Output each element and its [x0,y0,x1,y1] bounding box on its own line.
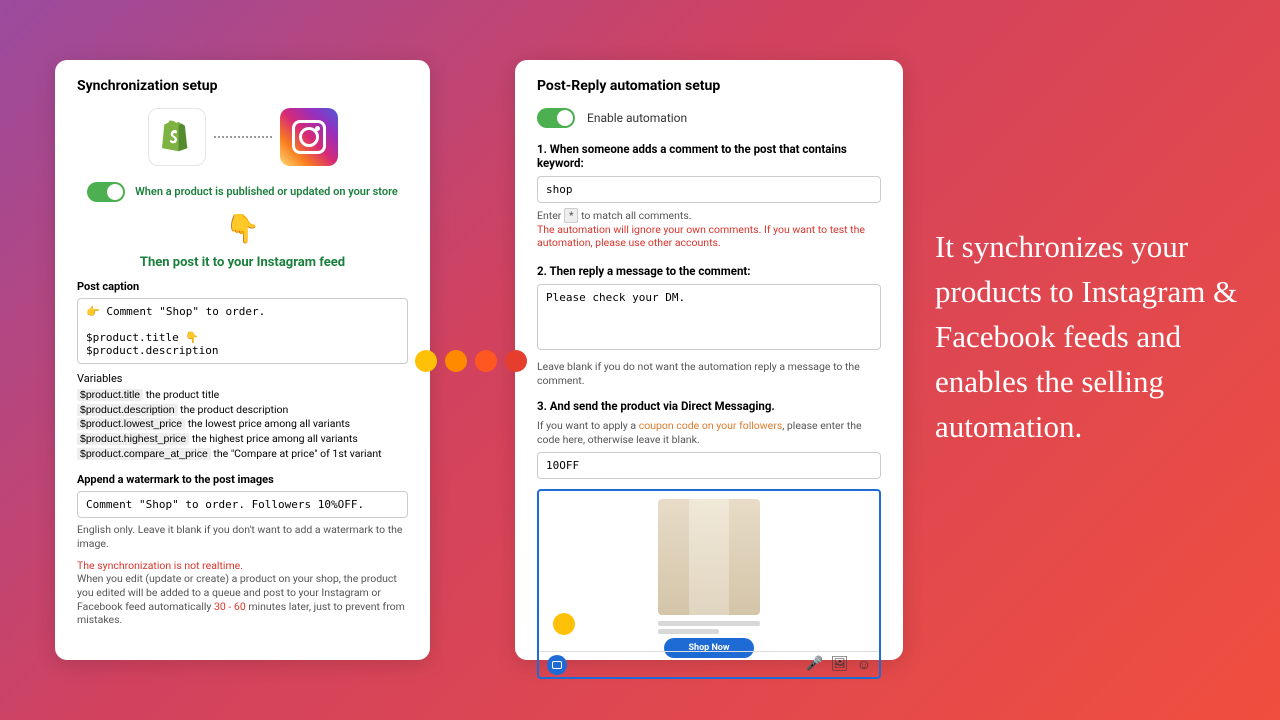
dm-action-icons: 🎤 🖼 ☺ [805,656,871,673]
instagram-icon [292,120,326,154]
dm-product-image [658,499,760,615]
flow-dot-icon [475,350,497,372]
var-line: $product.description the product descrip… [77,403,408,418]
step2-title: 2. Then reply a message to the comment: [537,264,881,278]
sync-arrow [214,136,272,138]
watermark-input[interactable] [77,491,408,518]
shopify-logo [148,108,206,166]
sync-setup-card: Synchronization setup When a product is … [55,60,430,660]
sticker-icon[interactable]: ☺ [857,656,871,673]
flow-dots [415,350,527,372]
marketing-headline: It synchronizes your products to Instagr… [935,225,1255,450]
publish-toggle[interactable] [87,182,125,202]
reply-help: Leave blank if you do not want the autom… [537,360,881,387]
dm-text-lines [658,621,760,634]
reply-setup-card: Post-Reply automation setup Enable autom… [515,60,903,660]
variables-title: Variables [77,372,408,385]
var-line: $product.compare_at_price the "Compare a… [77,447,408,462]
flow-dot-icon [505,350,527,372]
enable-toggle[interactable] [537,108,575,128]
realtime-note: The synchronization is not realtime. Whe… [77,559,408,627]
flow-dot-icon [415,350,437,372]
dm-toolbar: 🎤 🖼 ☺ [539,651,879,677]
shopify-icon [158,118,196,156]
step3-title: 3. And send the product via Direct Messa… [537,399,881,413]
caption-textarea[interactable]: 👉 Comment "Shop" to order. $product.titl… [77,298,408,364]
publish-toggle-row: When a product is published or updated o… [77,182,408,202]
keyword-input[interactable] [537,176,881,203]
instagram-logo [280,108,338,166]
flow-dot-icon [445,350,467,372]
logo-sync-row [77,108,408,166]
coupon-input[interactable] [537,452,881,479]
reply-textarea[interactable]: Please check your DM. [537,284,881,350]
camera-icon[interactable] [547,655,567,675]
match-help: Enter * to match all comments. The autom… [537,209,881,250]
publish-toggle-label: When a product is published or updated o… [135,185,398,199]
post-action-label: Then post it to your Instagram feed [77,255,408,270]
var-line: $product.lowest_price the lowest price a… [77,417,408,432]
enable-row: Enable automation [537,108,881,128]
var-line: $product.title the product title [77,388,408,403]
reply-title: Post-Reply automation setup [537,78,881,94]
var-line: $product.highest_price the highest price… [77,432,408,447]
highlight-dot [553,613,575,635]
step1-title: 1. When someone adds a comment to the po… [537,142,881,170]
coupon-help: If you want to apply a coupon code on yo… [537,419,881,446]
watermark-label: Append a watermark to the post images [77,473,408,486]
variables-section: Variables $product.title the product tit… [77,372,408,461]
enable-label: Enable automation [587,111,687,125]
hand-down-icon: 👇 [77,212,408,245]
mic-icon[interactable]: 🎤 [805,656,822,673]
sync-title: Synchronization setup [77,78,408,94]
caption-label: Post caption [77,280,408,293]
dm-preview: Shop Now 🎤 🖼 ☺ [537,489,881,679]
watermark-help: English only. Leave it blank if you don'… [77,523,408,550]
image-icon[interactable]: 🖼 [831,656,849,673]
